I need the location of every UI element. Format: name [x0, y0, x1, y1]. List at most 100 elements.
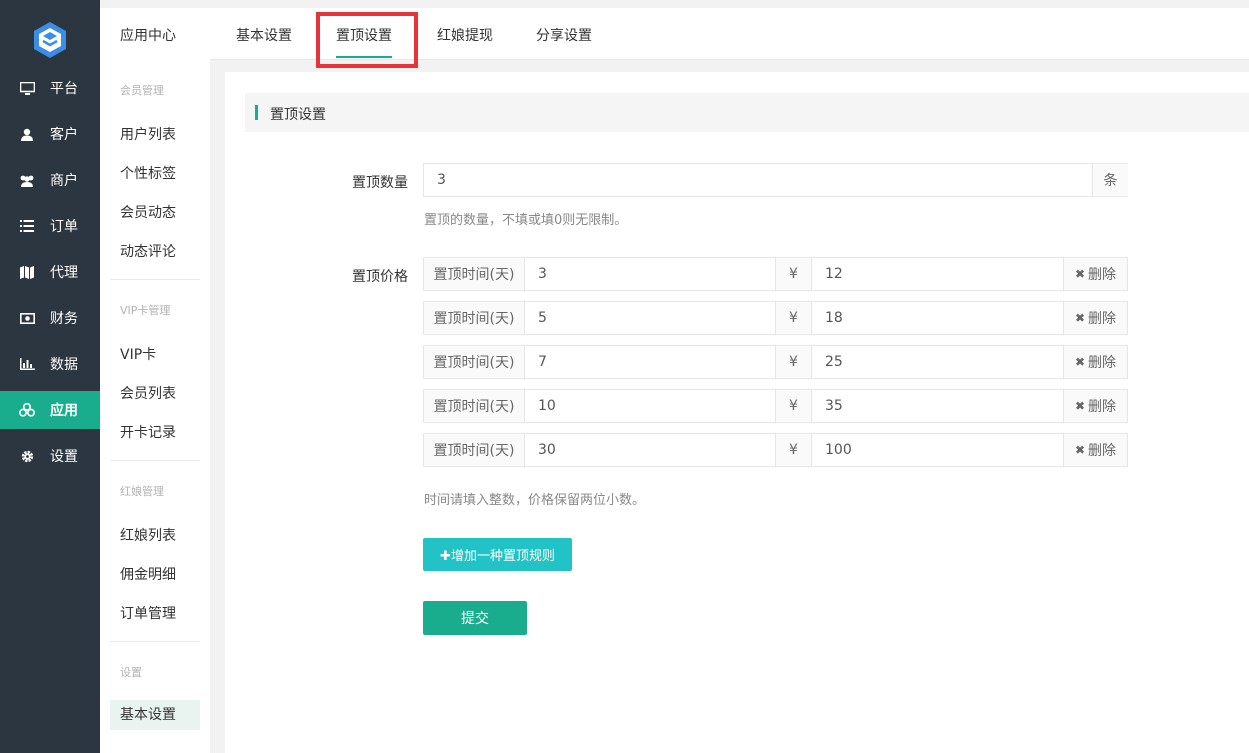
sidebar-item-feed-comments[interactable]: 动态评论 [120, 241, 176, 261]
days-addon: 置顶时间(天) [423, 345, 525, 379]
sidebar-item-commission[interactable]: 佣金明细 [120, 564, 176, 584]
sidebar-title: 应用中心 [120, 28, 176, 44]
users-icon [19, 172, 35, 188]
sidebar-item-member-feed[interactable]: 会员动态 [120, 202, 176, 222]
pin-count-hint: 置顶的数量，不填或填0则无限制。 [424, 213, 628, 228]
delete-label: 删除 [1088, 443, 1117, 459]
days-input[interactable]: 5 [524, 301, 776, 335]
delete-rule-button[interactable]: ✖ 删除 [1063, 389, 1128, 423]
map-icon [19, 264, 35, 280]
delete-rule-button[interactable]: ✖ 删除 [1063, 433, 1128, 467]
add-rule-button[interactable]: ✚增加一种置顶规则 [423, 538, 572, 571]
nav-item-customer[interactable]: 客户 [0, 115, 100, 153]
user-icon [19, 126, 35, 142]
nav-item-merchant[interactable]: 商户 [0, 161, 100, 199]
sidebar-divider [110, 279, 200, 280]
close-icon: ✖ [1074, 267, 1086, 281]
days-input[interactable]: 10 [524, 389, 776, 423]
close-icon: ✖ [1074, 355, 1086, 369]
list-icon [19, 218, 35, 234]
section-title: 置顶设置 [270, 107, 326, 123]
main-nav: 平台 客户 商户 订单 代理 财务 数据 应用 设置 [0, 0, 100, 753]
nav-item-label: 平台 [50, 81, 78, 97]
section-accent-bar [255, 105, 258, 120]
nav-item-platform[interactable]: 平台 [0, 69, 100, 107]
main-panel: 置顶设置 置顶数量 3 条 置顶的数量，不填或填0则无限制。 置顶价格 置顶时间… [225, 72, 1249, 753]
nav-item-data[interactable]: 数据 [0, 345, 100, 383]
sidebar-group-vip: VIP卡管理 [120, 304, 171, 317]
currency-addon: ¥ [775, 433, 812, 467]
close-icon: ✖ [1074, 311, 1086, 325]
close-icon: ✖ [1074, 399, 1086, 413]
nav-item-label: 客户 [50, 127, 78, 143]
nav-item-label: 商户 [50, 173, 78, 189]
nav-item-orders[interactable]: 订单 [0, 207, 100, 245]
logo-icon [34, 22, 66, 58]
sidebar-group-matchmaker: 红娘管理 [120, 485, 164, 498]
nav-item-agent[interactable]: 代理 [0, 253, 100, 291]
sidebar-item-user-list[interactable]: 用户列表 [120, 124, 176, 144]
close-icon: ✖ [1074, 443, 1086, 457]
days-addon: 置顶时间(天) [423, 257, 525, 291]
pin-rule-row: 置顶时间(天) 7 ¥25 ✖ 删除 [423, 345, 1128, 379]
days-addon: 置顶时间(天) [423, 389, 525, 423]
days-input[interactable]: 7 [524, 345, 776, 379]
tab-basic-settings[interactable]: 基本设置 [236, 25, 292, 45]
delete-rule-button[interactable]: ✖ 删除 [1063, 301, 1128, 335]
pin-count-label: 置顶数量 [352, 175, 408, 191]
highlight-box [316, 12, 418, 68]
nav-item-label: 应用 [50, 403, 78, 419]
days-input[interactable]: 3 [524, 257, 776, 291]
price-input[interactable]: 25 [811, 345, 1064, 379]
delete-rule-button[interactable]: ✖ 删除 [1063, 345, 1128, 379]
app-sidebar: 应用中心 会员管理 用户列表 个性标签 会员动态 动态评论 VIP卡管理 VIP… [100, 8, 210, 753]
apps-icon [19, 402, 35, 418]
currency-addon: ¥ [775, 257, 812, 291]
days-addon: 置顶时间(天) [423, 433, 525, 467]
nav-item-finance[interactable]: 财务 [0, 299, 100, 337]
tab-bar: 基本设置 置顶设置 红娘提现 分享设置 [210, 8, 1249, 68]
sidebar-item-order-manage[interactable]: 订单管理 [120, 603, 176, 623]
sidebar-item-member-list[interactable]: 会员列表 [120, 383, 176, 403]
gear-icon [19, 448, 35, 464]
nav-item-label: 数据 [50, 357, 78, 373]
money-icon [19, 310, 35, 326]
pin-price-label: 置顶价格 [352, 269, 408, 285]
price-input[interactable]: 18 [811, 301, 1064, 335]
days-addon: 置顶时间(天) [423, 301, 525, 335]
tab-share-settings[interactable]: 分享设置 [536, 25, 592, 45]
delete-label: 删除 [1088, 267, 1117, 283]
sidebar-item-vip-card[interactable]: VIP卡 [120, 344, 156, 364]
sidebar-item-card-records[interactable]: 开卡记录 [120, 422, 176, 442]
delete-label: 删除 [1088, 355, 1117, 371]
delete-rule-button[interactable]: ✖ 删除 [1063, 257, 1128, 291]
monitor-icon [19, 80, 35, 96]
nav-item-apps[interactable]: 应用 [0, 391, 100, 429]
sidebar-group-settings: 设置 [120, 666, 142, 679]
price-input[interactable]: 100 [811, 433, 1064, 467]
sidebar-divider [110, 460, 200, 461]
section-header: 置顶设置 [245, 93, 1249, 132]
rules-hint: 时间请填入整数，价格保留两位小数。 [424, 493, 646, 508]
sidebar-group-member: 会员管理 [120, 84, 164, 97]
currency-addon: ¥ [775, 389, 812, 423]
nav-item-label: 订单 [50, 219, 78, 235]
submit-button[interactable]: 提交 [423, 601, 527, 635]
pin-count-input[interactable]: 3 [424, 164, 1092, 196]
sidebar-item-matchmaker-list[interactable]: 红娘列表 [120, 525, 176, 545]
days-input[interactable]: 30 [524, 433, 776, 467]
price-input[interactable]: 35 [811, 389, 1064, 423]
sidebar-divider [110, 641, 200, 642]
delete-label: 删除 [1088, 399, 1117, 415]
pin-rule-row: 置顶时间(天) 10 ¥35 ✖ 删除 [423, 389, 1128, 423]
bar-chart-icon [19, 356, 35, 372]
tab-matchmaker-withdraw[interactable]: 红娘提现 [437, 25, 493, 45]
nav-item-label: 设置 [50, 449, 78, 465]
sidebar-item-basic-settings[interactable]: 基本设置 [110, 700, 200, 730]
pin-rule-row: 置顶时间(天) 5 ¥18 ✖ 删除 [423, 301, 1128, 335]
nav-item-settings[interactable]: 设置 [0, 437, 100, 475]
pin-count-unit: 条 [1092, 163, 1128, 197]
sidebar-item-tags[interactable]: 个性标签 [120, 163, 176, 183]
pin-count-field: 3 条 [423, 163, 1128, 197]
price-input[interactable]: 12 [811, 257, 1064, 291]
